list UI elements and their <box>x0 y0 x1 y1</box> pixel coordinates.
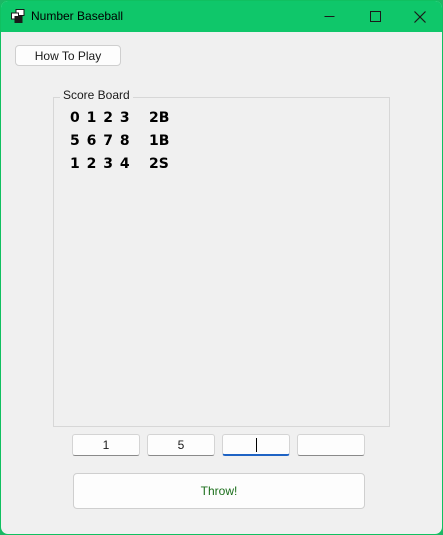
maximize-icon <box>369 11 381 22</box>
throw-button[interactable]: Throw! <box>73 473 365 509</box>
score-board-title: Score Board <box>60 88 133 102</box>
window-title: Number Baseball <box>31 9 124 23</box>
close-icon <box>414 10 426 23</box>
digit-input-3[interactable] <box>222 434 290 456</box>
digit-input-4[interactable] <box>297 434 365 456</box>
score-guess: 5 6 7 8 <box>70 133 131 149</box>
app-icon <box>11 9 25 23</box>
minimize-icon <box>324 16 334 17</box>
minimize-button[interactable] <box>306 1 352 32</box>
score-guess: 0 1 2 3 <box>70 110 131 126</box>
digit-input-1[interactable]: 1 <box>72 434 140 456</box>
score-result: 1B <box>149 133 170 149</box>
app-window: Number Baseball How To Play Score Board … <box>0 0 443 535</box>
score-result: 2S <box>149 156 169 172</box>
title-bar[interactable]: Number Baseball <box>1 1 442 32</box>
score-guess: 1 2 3 4 <box>70 156 131 172</box>
maximize-button[interactable] <box>352 1 398 32</box>
text-caret <box>255 437 257 452</box>
score-result: 2B <box>149 110 170 126</box>
digit-input-2[interactable]: 5 <box>147 434 215 456</box>
how-to-play-button[interactable]: How To Play <box>15 45 121 66</box>
close-button[interactable] <box>397 1 442 32</box>
